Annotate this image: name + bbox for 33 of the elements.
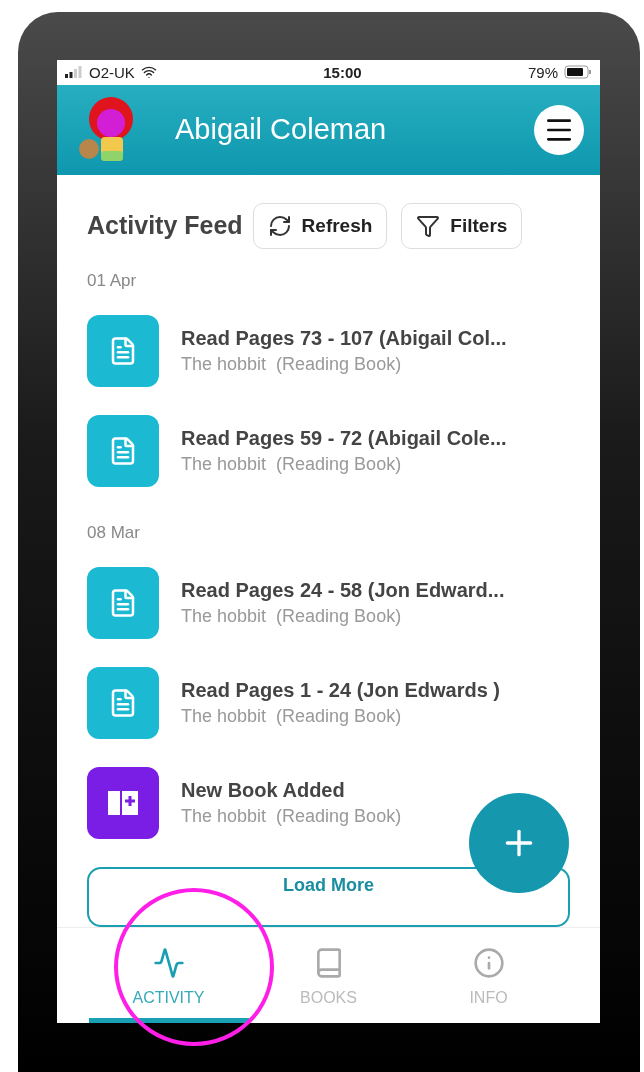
feed-title: Activity Feed [87,211,243,241]
book-type: (Reading Book) [276,605,402,627]
pulse-icon [152,946,185,979]
book-title: The hobbit [181,353,267,375]
book-title: The hobbit [181,605,267,627]
battery-icon [564,65,592,80]
info-icon [472,946,505,979]
book-title: The hobbit [181,805,267,827]
battery-percent: 79% [527,63,558,81]
activity-title[interactable]: Read Pages 73 - 107 (Abigail Col... [181,326,507,350]
activity-title[interactable]: Read Pages 59 - 72 (Abigail Cole... [181,426,507,450]
activity-title[interactable]: Read Pages 1 - 24 (Jon Edwards ) [181,678,500,702]
clock: 15:00 [323,63,362,81]
load-more-button[interactable]: Load More [87,866,570,927]
filters-button[interactable]: Filters [401,202,523,249]
filter-icon [416,213,441,238]
carrier-name: O2-UK [89,63,135,81]
wifi-icon [140,64,157,81]
activity-title[interactable]: New Book Added [181,778,402,802]
activity-title[interactable]: Read Pages 24 - 58 (Jon Edward... [181,578,505,602]
user-name: Abigail Coleman [175,113,388,147]
book-type: (Reading Book) [276,453,402,475]
date-label: 08 Mar [87,522,141,543]
book-title: The hobbit [181,705,267,727]
signal-icon [65,66,83,79]
book-type: (Reading Book) [276,805,402,827]
refresh-icon [267,213,292,238]
date-label: 01 Apr [87,270,138,291]
book-type: (Reading Book) [276,353,402,375]
book-type: (Reading Book) [276,705,402,727]
refresh-button[interactable]: Refresh [252,202,388,249]
book-title: The hobbit [181,453,267,475]
menu-button[interactable] [534,104,584,155]
